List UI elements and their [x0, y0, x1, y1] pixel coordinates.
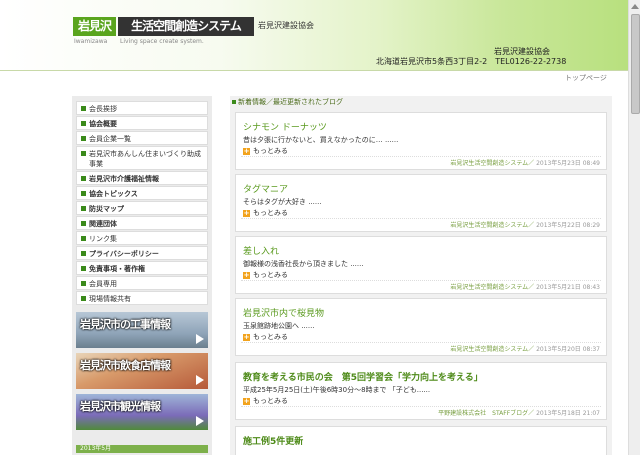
sidebar-item-disclaimer[interactable]: 免責事項・著作権: [76, 261, 208, 275]
news-post: 岩見沢市内で桜見物 玉泉館跡地公園へ ...... + もっとみる 岩見沢生活空間…: [235, 298, 607, 356]
post-meta: 平野建設株式会社 STAFFブログ／ 2013年5月18日 21:07: [438, 410, 600, 417]
sidebar-item-members[interactable]: 会員企業一覧: [76, 131, 208, 145]
news-panel: 新着情報／最近更新されたブログ シナモン ドーナッツ 昔は夕張に行かないと、買え…: [230, 96, 612, 455]
bullet-icon: [81, 136, 86, 141]
post-title[interactable]: 岩見沢市内で桜見物: [243, 306, 324, 319]
bullet-icon: [81, 106, 86, 111]
association-name-top: 岩見沢建設協会: [258, 21, 314, 30]
sidebar: 会長挨拶 協会概要 会員企業一覧 岩見沢市あんしん住まいづくり助成事業 岩見沢市…: [72, 96, 212, 455]
sidebar-item-members-only[interactable]: 会員専用: [76, 276, 208, 290]
bullet-icon: [81, 121, 86, 126]
news-post: 施工例5件更新: [235, 426, 607, 455]
post-excerpt: 平成25年5月25日(土)午後6時30分～8時まで 「子ども......: [243, 386, 431, 394]
post-excerpt: 玉泉館跡地公園へ ......: [243, 322, 315, 330]
news-post: 差し入れ 御報様の浅香社長から頂きました ...... + もっとみる 岩見沢生活…: [235, 236, 607, 294]
logo-subtitle-right: Living space create system.: [120, 38, 204, 45]
divider: [241, 218, 601, 219]
news-post: 教育を考える市民の会 第5回学習会「学力向上を考える」 平成25年5月25日(土…: [235, 362, 607, 420]
more-link[interactable]: + もっとみる: [243, 146, 288, 156]
divider: [241, 406, 601, 407]
arrow-right-icon: [196, 375, 204, 385]
sidebar-item-overview[interactable]: 協会概要: [76, 116, 208, 130]
plus-icon: +: [243, 396, 250, 405]
sidebar-item-privacy[interactable]: プライバシーポリシー: [76, 246, 208, 260]
sidebar-item-site-info[interactable]: 現場情報共有: [76, 291, 208, 305]
sidebar-item-housing-grant[interactable]: 岩見沢市あんしん住まいづくり助成事業: [76, 146, 208, 170]
news-post: シナモン ドーナッツ 昔は夕張に行かないと、買えなかったのに… ...... +…: [235, 112, 607, 170]
logo-subtitle-left: Iwamizawa: [74, 38, 108, 45]
calendar-heading: 2013年5月: [76, 445, 208, 453]
post-meta: 岩見沢生活空間創造システム／ 2013年5月22日 08:29: [450, 222, 600, 229]
post-excerpt: 御報様の浅香社長から頂きました ......: [243, 260, 364, 268]
logo-city[interactable]: 岩見沢: [73, 17, 116, 36]
top-page-link[interactable]: トップページ: [565, 73, 607, 83]
post-excerpt: 昔は夕張に行かないと、買えなかったのに… ......: [243, 136, 399, 144]
post-meta: 岩見沢生活空間創造システム／ 2013年5月21日 08:43: [450, 284, 600, 291]
post-title[interactable]: タグマニア: [243, 182, 288, 195]
post-meta: 岩見沢生活空間創造システム／ 2013年5月20日 08:37: [450, 346, 600, 353]
banner-restaurant-info[interactable]: 岩見沢市飲食店情報: [76, 353, 208, 389]
sidebar-item-welfare[interactable]: 岩見沢市介護福祉情報: [76, 171, 208, 185]
banner-tourism-info[interactable]: 岩見沢市観光情報: [76, 394, 208, 430]
divider: [241, 156, 601, 157]
bullet-icon: [81, 206, 86, 211]
bullet-icon: [81, 151, 86, 156]
sidebar-item-links[interactable]: リンク集: [76, 231, 208, 245]
association-address: 北海道岩見沢市5条西3丁目2-2 TEL0126-22-2738: [376, 57, 567, 66]
logo-system[interactable]: 生活空間創造システム: [118, 17, 254, 36]
plus-icon: +: [243, 146, 250, 155]
plus-icon: +: [243, 332, 250, 341]
bullet-icon: [81, 236, 86, 241]
sidebar-item-topics[interactable]: 協会トピックス: [76, 186, 208, 200]
arrow-right-icon: [196, 416, 204, 426]
bullet-icon: [232, 99, 236, 104]
post-title[interactable]: 教育を考える市民の会 第5回学習会「学力向上を考える」: [243, 370, 483, 383]
bullet-icon: [81, 176, 86, 181]
divider: [241, 280, 601, 281]
scroll-up-icon[interactable]: [631, 4, 639, 9]
bullet-icon: [81, 266, 86, 271]
arrow-right-icon: [196, 334, 204, 344]
more-link[interactable]: + もっとみる: [243, 332, 288, 342]
post-excerpt: そらはタグが大好き ......: [243, 198, 322, 206]
more-link[interactable]: + もっとみる: [243, 270, 288, 280]
post-title[interactable]: シナモン ドーナッツ: [243, 120, 327, 133]
more-link[interactable]: + もっとみる: [243, 208, 288, 218]
sidebar-item-chairman-greeting[interactable]: 会長挨拶: [76, 101, 208, 115]
divider: [241, 342, 601, 343]
bullet-icon: [81, 191, 86, 196]
scroll-thumb[interactable]: [631, 14, 640, 114]
post-meta: 岩見沢生活空間創造システム／ 2013年5月23日 08:49: [450, 160, 600, 167]
site-header: 岩見沢 生活空間創造システム Iwamizawa Living space cr…: [0, 0, 628, 71]
bullet-icon: [81, 251, 86, 256]
banner-construction-info[interactable]: 岩見沢市の工事情報: [76, 312, 208, 348]
bullet-icon: [81, 221, 86, 226]
more-link[interactable]: + もっとみる: [243, 396, 288, 406]
sidebar-item-disaster-map[interactable]: 防災マップ: [76, 201, 208, 215]
news-post: タグマニア そらはタグが大好き ...... + もっとみる 岩見沢生活空間創造シ…: [235, 174, 607, 232]
bullet-icon: [81, 296, 86, 301]
plus-icon: +: [243, 270, 250, 279]
post-title[interactable]: 差し入れ: [243, 244, 279, 257]
plus-icon: +: [243, 208, 250, 217]
post-title[interactable]: 施工例5件更新: [243, 434, 303, 447]
news-heading: 新着情報／最近更新されたブログ: [230, 96, 612, 108]
vertical-scrollbar[interactable]: [628, 0, 640, 455]
bullet-icon: [81, 281, 86, 286]
sidebar-item-related[interactable]: 関連団体: [76, 216, 208, 230]
